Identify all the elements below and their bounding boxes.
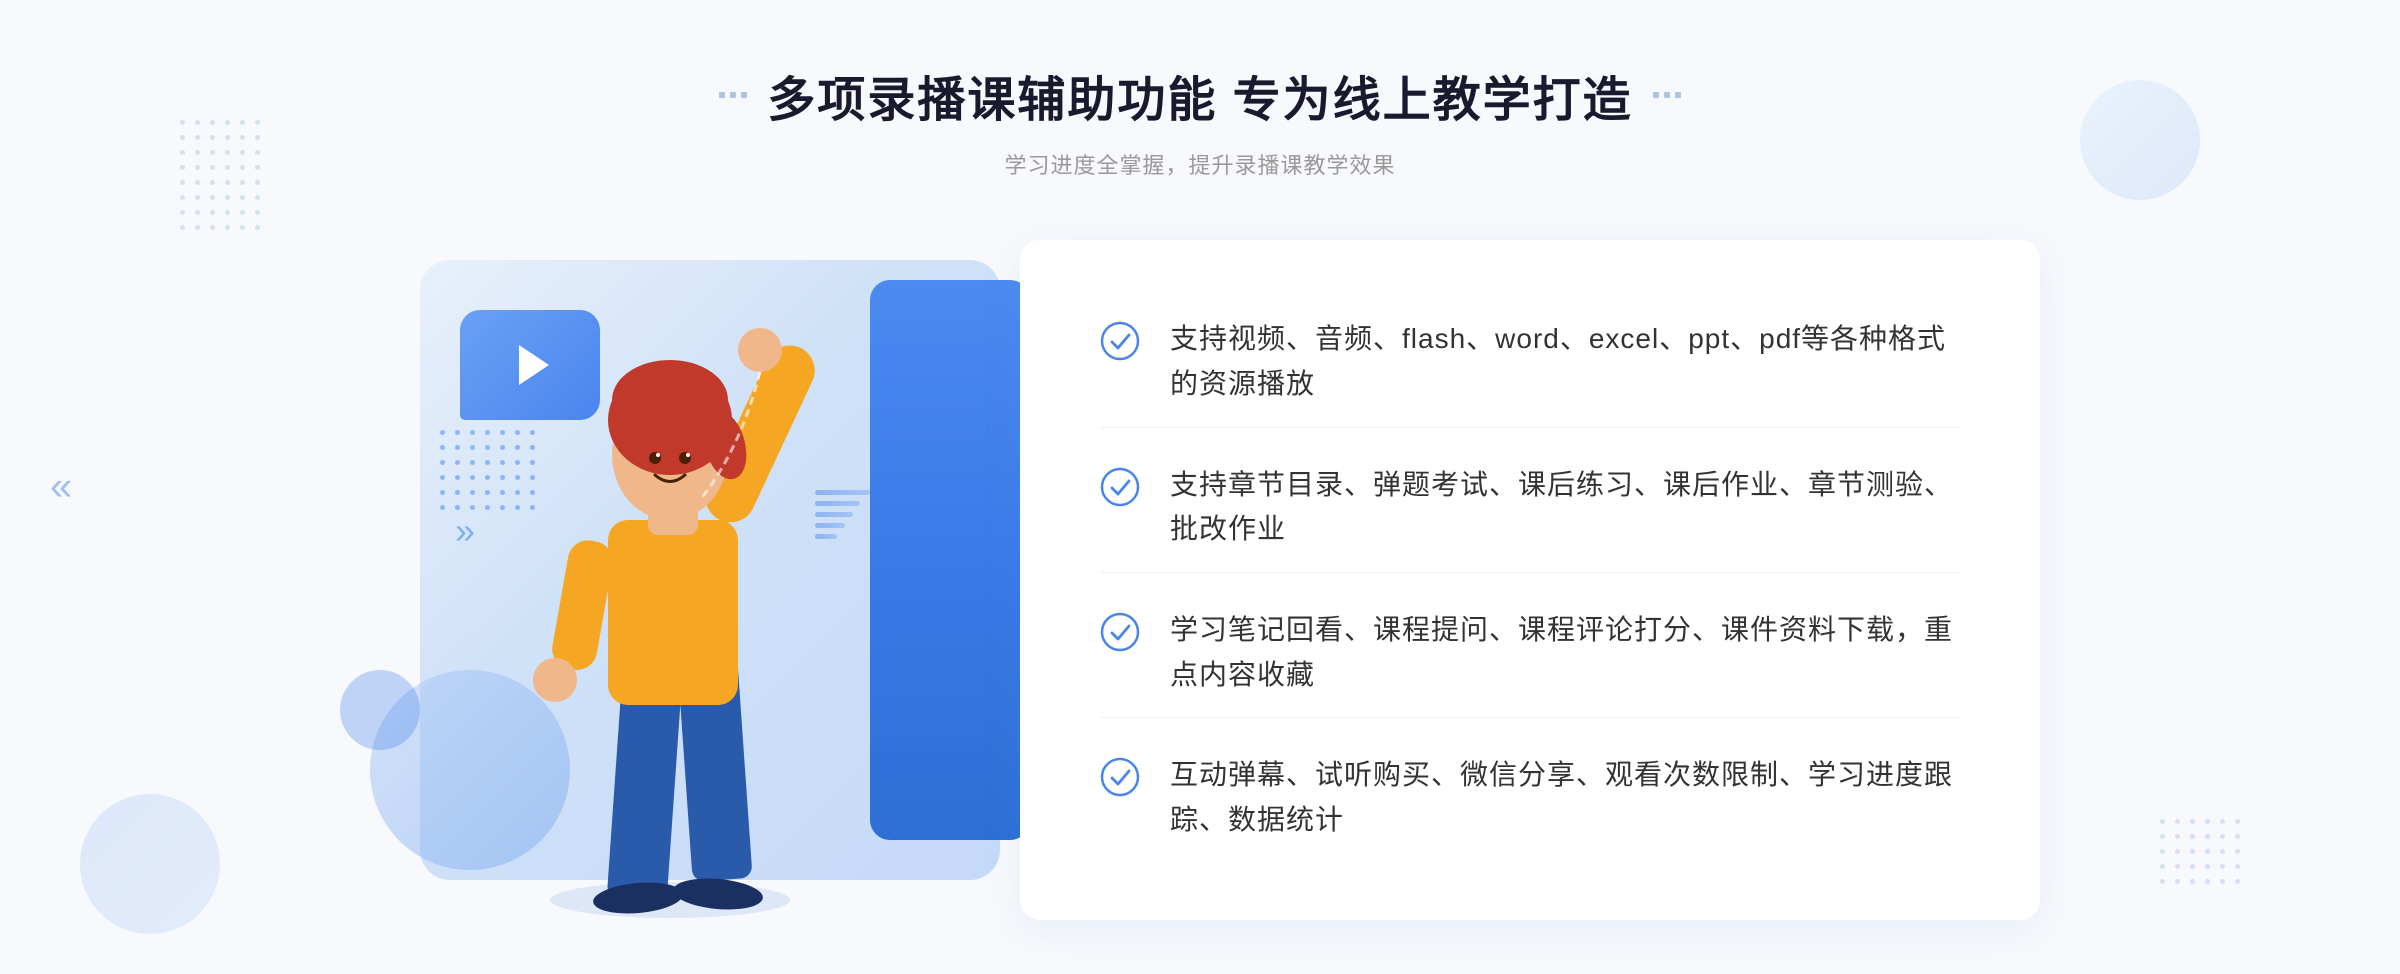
person-illustration <box>460 300 840 920</box>
feature-text-3: 学习笔记回看、课程提问、课程评论打分、课件资料下载，重点内容收藏 <box>1170 608 1960 698</box>
blue-side-panel <box>870 280 1030 840</box>
dot-grid-top-left <box>180 120 260 240</box>
page-container: « 多项录播课辅助功能 专为线上教学打造 学习进度全掌握，提升录播课教学效果 <box>0 0 2400 974</box>
feature-item-2: 支持章节目录、弹题考试、课后练习、课后作业、章节测验、批改作业 <box>1100 443 1960 574</box>
title-row: 多项录播课辅助功能 专为线上教学打造 <box>719 60 1680 130</box>
main-content: » <box>360 230 2040 930</box>
feature-text-2: 支持章节目录、弹题考试、课后练习、课后作业、章节测验、批改作业 <box>1170 463 1960 553</box>
check-icon-1 <box>1100 321 1140 361</box>
features-panel: 支持视频、音频、flash、word、excel、ppt、pdf等各种格式的资源… <box>1020 240 2040 920</box>
title-decorator-left <box>719 92 747 98</box>
feature-item-1: 支持视频、音频、flash、word、excel、ppt、pdf等各种格式的资源… <box>1100 297 1960 428</box>
header-section: 多项录播课辅助功能 专为线上教学打造 学习进度全掌握，提升录播课教学效果 <box>719 60 1680 180</box>
check-icon-2 <box>1100 467 1140 507</box>
dot-grid-bottom-right <box>2160 819 2240 894</box>
title-decorator-right <box>1653 92 1681 98</box>
deco-circle-bottom-left <box>80 794 220 934</box>
feature-text-1: 支持视频、音频、flash、word、excel、ppt、pdf等各种格式的资源… <box>1170 317 1960 407</box>
deco-small-circle <box>340 670 420 750</box>
page-subtitle: 学习进度全掌握，提升录播课教学效果 <box>719 148 1680 180</box>
page-title: 多项录播课辅助功能 专为线上教学打造 <box>767 60 1632 130</box>
illustration-area: » <box>360 230 1040 930</box>
feature-text-4: 互动弹幕、试听购买、微信分享、观看次数限制、学习进度跟踪、数据统计 <box>1170 753 1960 843</box>
feature-item-4: 互动弹幕、试听购买、微信分享、观看次数限制、学习进度跟踪、数据统计 <box>1100 733 1960 863</box>
check-icon-3 <box>1100 612 1140 652</box>
feature-item-3: 学习笔记回看、课程提问、课程评论打分、课件资料下载，重点内容收藏 <box>1100 588 1960 719</box>
left-arrow-decoration: « <box>50 465 72 510</box>
chevron-left-icon: « <box>50 465 72 510</box>
check-icon-4 <box>1100 757 1140 797</box>
deco-circle-top-right <box>2080 80 2200 200</box>
